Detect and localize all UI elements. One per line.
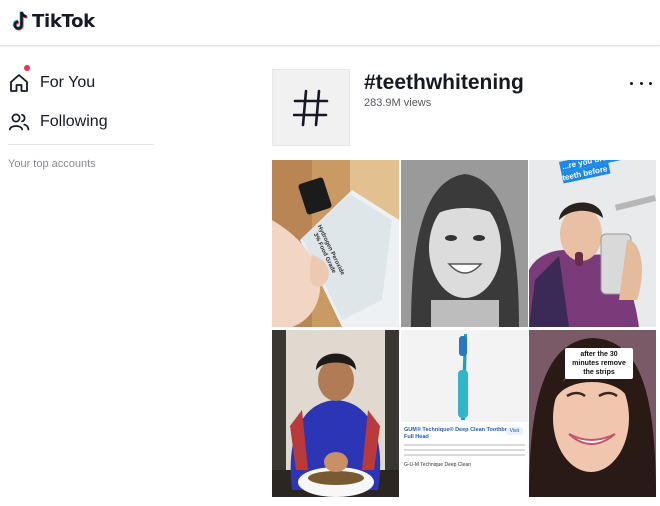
video-thumbnail[interactable]: after the 30 minutes remove the strips xyxy=(529,330,656,497)
hashtag-views: 283.9M views xyxy=(364,97,432,109)
dot xyxy=(649,81,652,85)
dot xyxy=(630,81,633,85)
video-caption: after the 30 minutes remove the strips xyxy=(565,348,633,379)
nav-following[interactable]: Following xyxy=(8,107,148,137)
video-thumbnail[interactable]: Hydrogen Peroxide 3% Food Grade xyxy=(272,160,399,327)
product-card[interactable]: GUM® Technique® Deep Clean Toothbrush Fu… xyxy=(404,427,525,468)
more-dots-icon[interactable] xyxy=(630,74,652,92)
video-thumbnail[interactable]: ...re you brush your teeth before xyxy=(529,160,656,327)
hashtag-cover xyxy=(272,69,350,146)
video-grid: Hydrogen Peroxide 3% Food Grade ...re yo… xyxy=(272,160,656,497)
video-image xyxy=(401,330,528,497)
notification-dot xyxy=(24,65,30,71)
video-thumbnail[interactable] xyxy=(272,330,399,497)
video-thumbnail[interactable] xyxy=(401,160,528,327)
logo-text: TikTok xyxy=(32,11,95,32)
people-icon xyxy=(8,113,30,131)
product-description-line xyxy=(404,444,525,446)
top-header: TikTok xyxy=(0,0,660,46)
hashtag-title: #teethwhitening xyxy=(364,71,524,94)
product-visit-button[interactable]: Visit xyxy=(505,427,523,435)
tiktok-logo[interactable]: TikTok xyxy=(12,11,95,32)
nav-following-label: Following xyxy=(40,113,108,130)
nav-for-you-label: For You xyxy=(40,74,96,91)
sidebar: For You Following Your top accounts xyxy=(0,47,160,506)
tiktok-note-icon xyxy=(12,11,28,31)
sidebar-divider xyxy=(8,144,154,145)
home-icon xyxy=(10,74,28,92)
product-description-line xyxy=(404,449,525,451)
nav-for-you[interactable]: For You xyxy=(8,65,148,98)
video-image xyxy=(401,160,528,327)
product-description-line xyxy=(404,454,525,456)
video-image xyxy=(529,160,656,327)
hashtag-icon xyxy=(293,89,329,126)
top-accounts-heading: Your top accounts xyxy=(8,158,96,170)
dot xyxy=(639,81,643,85)
video-thumbnail[interactable]: GUM® Technique® Deep Clean Toothbrush Fu… xyxy=(401,330,528,497)
video-image xyxy=(272,160,399,327)
product-footer: G-U-M Technique Deep Clean xyxy=(404,462,471,468)
video-image xyxy=(272,330,399,497)
